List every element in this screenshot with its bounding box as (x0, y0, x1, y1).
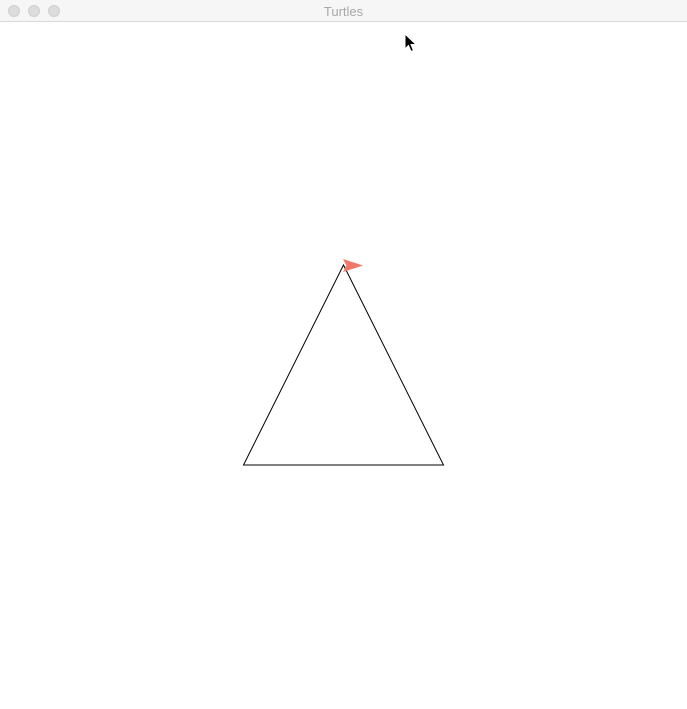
title-bar[interactable]: Turtles (0, 0, 687, 22)
window-title: Turtles (323, 4, 364, 19)
arrow-pointer-icon (404, 33, 418, 53)
turtles-window: Turtles (0, 0, 687, 709)
drawing-canvas[interactable] (0, 22, 687, 709)
turtle-icon (343, 259, 363, 272)
turtle-drawing (242, 259, 445, 466)
drawn-triangle (242, 263, 445, 466)
